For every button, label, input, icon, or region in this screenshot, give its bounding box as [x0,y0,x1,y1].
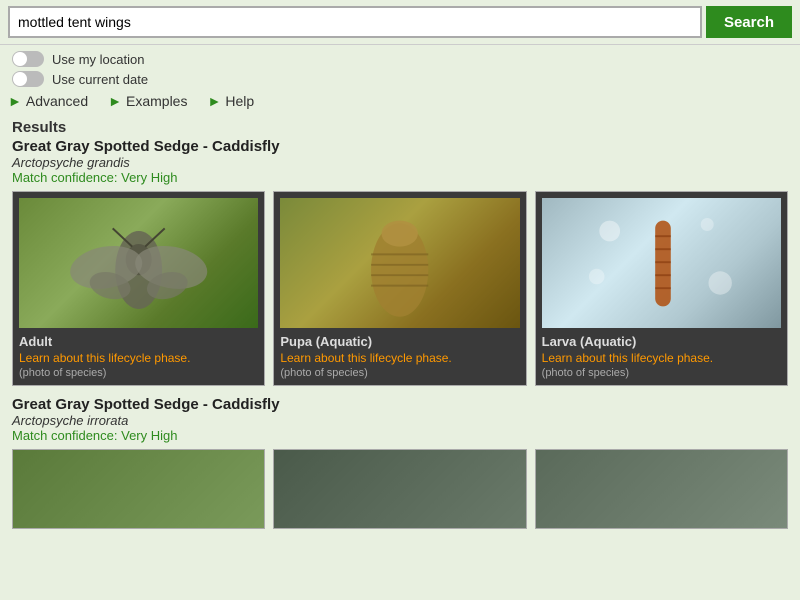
help-chevron-icon: ► [207,93,221,109]
toggle-row: Use my location Use current date [0,45,800,89]
card-pupa: Pupa (Aquatic) Learn about this lifecycl… [273,191,526,386]
card-stage-larva: Larva (Aquatic) [542,334,781,349]
card-bottom-0 [12,449,265,529]
search-bar: Search [0,0,800,45]
location-toggle-label: Use my location [52,52,144,67]
cards-container-1 [12,449,788,529]
species-title-1: Great Gray Spotted Sedge - Caddisfly [12,396,788,413]
search-button[interactable]: Search [706,6,792,38]
location-toggle[interactable] [12,51,44,67]
result-item-0: Great Gray Spotted Sedge - Caddisfly Arc… [12,138,788,386]
results-section: Results Great Gray Spotted Sedge - Caddi… [0,115,800,533]
date-toggle-label: Use current date [52,72,148,87]
location-toggle-knob [13,52,27,66]
card-adult: Adult Learn about this lifecycle phase. … [12,191,265,386]
card-image-larva [542,198,781,328]
advanced-chevron-icon: ► [8,93,22,109]
larva-insect-svg [554,205,769,322]
location-toggle-item[interactable]: Use my location [12,51,788,67]
date-toggle[interactable] [12,71,44,87]
card-image-pupa [280,198,519,328]
card-image-adult [19,198,258,328]
date-toggle-item[interactable]: Use current date [12,71,788,87]
nav-links: ► Advanced ► Examples ► Help [0,89,800,115]
help-link[interactable]: ► Help [207,93,254,109]
cards-container-0: Adult Learn about this lifecycle phase. … [12,191,788,386]
card-stage-adult: Adult [19,334,258,349]
card-link-larva[interactable]: Learn about this lifecycle phase. [542,351,781,365]
result-item-1: Great Gray Spotted Sedge - Caddisfly Arc… [12,396,788,529]
help-label: Help [225,93,254,109]
pupa-insect-svg [292,205,507,322]
card-stage-pupa: Pupa (Aquatic) [280,334,519,349]
adult-insect-svg [31,205,246,322]
card-link-adult[interactable]: Learn about this lifecycle phase. [19,351,258,365]
card-photo-adult: (photo of species) [19,367,258,379]
examples-link[interactable]: ► Examples [108,93,187,109]
species-scientific-1: Arctopsyche irrorata [12,413,788,428]
match-confidence-0: Match confidence: Very High [12,170,788,185]
search-input[interactable] [8,6,702,38]
advanced-label: Advanced [26,93,88,109]
examples-label: Examples [126,93,187,109]
card-photo-larva: (photo of species) [542,367,781,379]
examples-chevron-icon: ► [108,93,122,109]
species-title-0: Great Gray Spotted Sedge - Caddisfly [12,138,788,155]
card-larva: Larva (Aquatic) Learn about this lifecyc… [535,191,788,386]
advanced-link[interactable]: ► Advanced [8,93,88,109]
card-bottom-1 [273,449,526,529]
species-scientific-0: Arctopsyche grandis [12,155,788,170]
date-toggle-knob [13,72,27,86]
match-confidence-1: Match confidence: Very High [12,428,788,443]
card-bottom-2 [535,449,788,529]
card-photo-pupa: (photo of species) [280,367,519,379]
card-link-pupa[interactable]: Learn about this lifecycle phase. [280,351,519,365]
results-heading: Results [12,119,788,136]
